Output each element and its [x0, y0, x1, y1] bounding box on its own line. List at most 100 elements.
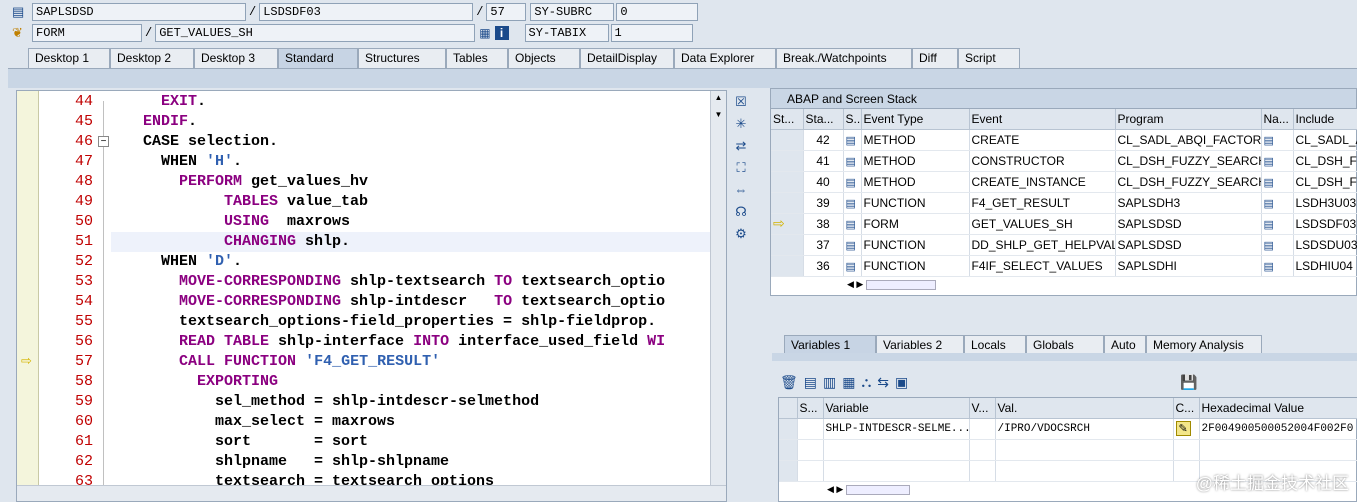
- navigate-icon[interactable]: ▤: [1264, 261, 1274, 273]
- tab-memory-analysis[interactable]: Memory Analysis: [1146, 335, 1262, 355]
- stack-cell[interactable]: 38: [803, 213, 844, 235]
- event-type-field[interactable]: FORM: [32, 24, 142, 42]
- headset-icon[interactable]: ☊: [732, 203, 750, 221]
- stack-cell[interactable]: SAPLSDSD: [1115, 213, 1262, 235]
- stack-cell[interactable]: METHOD: [861, 129, 970, 151]
- col-select[interactable]: [779, 398, 798, 419]
- tab-structures[interactable]: Structures: [358, 48, 446, 68]
- stack-cell[interactable]: 36: [803, 255, 844, 277]
- editor-vertical-scrollbar[interactable]: ▲ ▼: [710, 91, 726, 487]
- close-icon[interactable]: ☒: [732, 93, 750, 111]
- stack-cell[interactable]: ▤: [843, 255, 862, 277]
- stack-column-header[interactable]: Na...: [1261, 109, 1294, 130]
- stack-cell[interactable]: 37: [803, 234, 844, 256]
- code-line[interactable]: MOVE-CORRESPONDING shlp-intdescr TO text…: [125, 292, 665, 312]
- stack-cell[interactable]: [771, 171, 804, 193]
- var1-value-field[interactable]: 0: [616, 3, 699, 21]
- table-row[interactable]: SHLP-INTDESCR-SELME... /IPRO/VDOCSRCH ✎ …: [779, 418, 1357, 440]
- tab-variables-2[interactable]: Variables 2: [876, 335, 964, 355]
- resize-icon[interactable]: ⇔: [732, 181, 750, 199]
- program-field[interactable]: SAPLSDSD: [32, 3, 246, 21]
- table-row[interactable]: ⇨ 38 ▤ FORM GET_VALUES_SH SAPLSDSD ▤ LSDSDF03: [771, 213, 1357, 235]
- stack-column-header[interactable]: Sta...: [803, 109, 844, 130]
- event-field[interactable]: GET_VALUES_SH: [155, 24, 476, 42]
- table-row[interactable]: 39 ▤ FUNCTION F4_GET_RESULT SAPLSDH3 ▤ LSDH3U0…: [771, 192, 1357, 214]
- stack-cell[interactable]: CL_DSH_FU: [1293, 150, 1357, 172]
- stack-cell[interactable]: 42: [803, 129, 844, 151]
- stack-cell[interactable]: CONSTRUCTOR: [969, 150, 1116, 172]
- variable-cell[interactable]: SHLP-INTDESCR-SELME...: [823, 418, 970, 440]
- col-variable[interactable]: Variable: [823, 398, 970, 419]
- stack-column-header[interactable]: Program: [1115, 109, 1262, 130]
- tab-auto[interactable]: Auto: [1104, 335, 1146, 355]
- stack-cell[interactable]: FUNCTION: [861, 234, 970, 256]
- tab-globals[interactable]: Globals: [1026, 335, 1104, 355]
- toolbar-icon[interactable]: ▦: [479, 26, 490, 40]
- pencil-icon[interactable]: ✎: [1175, 421, 1191, 436]
- stack-cell[interactable]: ▤: [1261, 234, 1294, 256]
- stack-cell[interactable]: [771, 150, 804, 172]
- col-value[interactable]: Val.: [995, 398, 1174, 419]
- var1-name-field[interactable]: SY-SUBRC: [530, 3, 615, 21]
- fold-collapse-icon[interactable]: −: [98, 136, 109, 147]
- code-line[interactable]: shlpname = shlp-shlpname: [125, 452, 449, 472]
- stack-cell[interactable]: ▤: [1261, 213, 1294, 235]
- code-line[interactable]: textsearch_options-field_properties = sh…: [125, 312, 656, 332]
- services-icon[interactable]: ⚙: [732, 225, 750, 243]
- table-row[interactable]: [779, 439, 1357, 461]
- tab-locals[interactable]: Locals: [964, 335, 1026, 355]
- stack-column-header[interactable]: Event Type: [861, 109, 970, 130]
- navigate-icon[interactable]: ▤: [1264, 156, 1274, 168]
- delete-icon[interactable]: 🗑: [780, 374, 804, 390]
- navigate-icon[interactable]: ▤: [1264, 198, 1274, 210]
- var2-value-field[interactable]: 1: [610, 24, 693, 42]
- stack-cell[interactable]: [771, 192, 804, 214]
- code-line[interactable]: sel_method = shlp-intdescr-selmethod: [125, 392, 539, 412]
- stack-cell[interactable]: ▤: [843, 213, 862, 235]
- stack-cell[interactable]: ▤: [843, 192, 862, 214]
- stack-cell[interactable]: CL_DSH_FU: [1293, 171, 1357, 193]
- stack-cell[interactable]: FUNCTION: [861, 255, 970, 277]
- hierarchy-icon[interactable]: ⛬: [861, 374, 877, 390]
- stack-cell[interactable]: CREATE_INSTANCE: [969, 171, 1116, 193]
- stack-cell[interactable]: ▤: [1261, 192, 1294, 214]
- table-row[interactable]: 40 ▤ METHOD CREATE_INSTANCE CL_DSH_FUZZY_SEA…: [771, 171, 1357, 193]
- stack-cell[interactable]: [771, 129, 804, 151]
- stack-cell[interactable]: DD_SHLP_GET_HELPVAL...: [969, 234, 1116, 256]
- variables-horizontal-scrollbar[interactable]: ◀ ▶: [827, 484, 910, 495]
- export-icon[interactable]: ▦: [842, 374, 861, 390]
- source-editor[interactable]: ⇨ 44 45 46 47 48 49 50 51 52 53 54 55 56 57 58 59 60 61 62…: [16, 90, 727, 502]
- tab-objects[interactable]: Objects: [508, 48, 580, 68]
- stack-cell[interactable]: CREATE: [969, 129, 1116, 151]
- col-s[interactable]: S...: [797, 398, 824, 419]
- stack-column-header[interactable]: S...: [843, 109, 862, 130]
- stack-cell[interactable]: 39: [803, 192, 844, 214]
- stack-cell[interactable]: METHOD: [861, 171, 970, 193]
- code-line[interactable]: CALL FUNCTION 'F4_GET_RESULT': [125, 352, 440, 372]
- code-line[interactable]: max_select = maxrows: [125, 412, 395, 432]
- stack-column-header[interactable]: Event: [969, 109, 1116, 130]
- maximize-icon[interactable]: ⛶: [732, 159, 750, 177]
- stack-cell[interactable]: CL_DSH_FUZZY_SEARCH...: [1115, 150, 1262, 172]
- stack-column-header[interactable]: St...: [771, 109, 804, 130]
- info-icon[interactable]: i: [494, 26, 509, 40]
- code-line[interactable]: WHEN 'D'.: [125, 252, 242, 272]
- tab-detaildisplay[interactable]: DetailDisplay: [580, 48, 674, 68]
- tab-diff[interactable]: Diff: [912, 48, 958, 68]
- stack-cell[interactable]: SAPLSDH3: [1115, 192, 1262, 214]
- list-icon[interactable]: ▤: [804, 374, 823, 390]
- stack-cell[interactable]: ▤: [843, 171, 862, 193]
- include-field[interactable]: LSDSDF03: [259, 3, 474, 21]
- change-cell[interactable]: ✎: [1173, 418, 1200, 440]
- stack-cell[interactable]: [771, 234, 804, 256]
- stack-cell[interactable]: 40: [803, 171, 844, 193]
- save-icon[interactable]: 💾: [1180, 374, 1203, 391]
- line-field[interactable]: 57: [486, 3, 527, 21]
- stack-cell[interactable]: [771, 255, 804, 277]
- code-line[interactable]: USING maxrows: [125, 212, 350, 232]
- stack-cell[interactable]: LSDHIU04: [1293, 255, 1357, 277]
- stack-cell[interactable]: F4IF_SELECT_VALUES: [969, 255, 1116, 277]
- code-line[interactable]: TABLES value_tab: [125, 192, 368, 212]
- col-hex[interactable]: Hexadecimal Value: [1199, 398, 1357, 419]
- code-line[interactable]: MOVE-CORRESPONDING shlp-textsearch TO te…: [125, 272, 665, 292]
